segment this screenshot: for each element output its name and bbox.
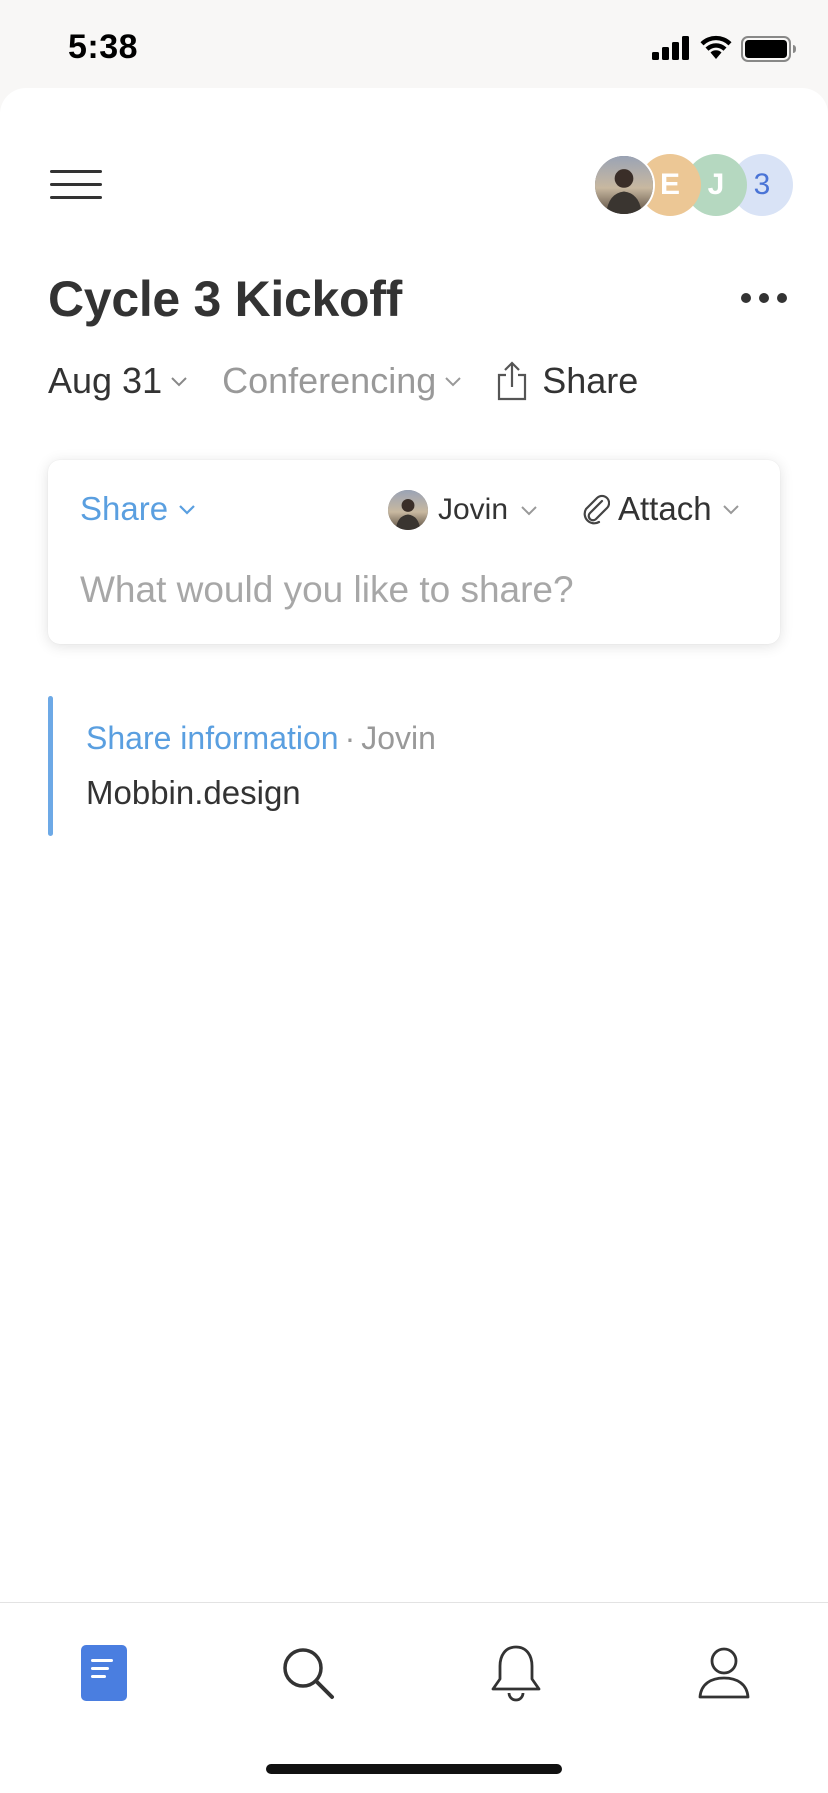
category-label: Conferencing: [222, 360, 437, 401]
share-label: Share: [542, 360, 639, 401]
post-accent-bar: [48, 696, 53, 836]
category-selector[interactable]: Conferencing: [222, 360, 462, 402]
tab-notifications[interactable]: [476, 1633, 556, 1713]
tab-profile[interactable]: [684, 1633, 764, 1713]
battery-icon: [741, 36, 796, 62]
list-item[interactable]: Share information · Jovin Mobbin.design: [48, 696, 748, 836]
author-label: Jovin: [438, 493, 509, 526]
profile-icon: [698, 1647, 750, 1699]
home-indicator: [266, 1764, 562, 1774]
document-icon: [81, 1645, 127, 1701]
post-separator: ·: [344, 720, 356, 756]
status-bar: 5:38: [0, 0, 828, 90]
post-author: Jovin: [361, 720, 436, 756]
tab-search[interactable]: [268, 1633, 348, 1713]
date-selector[interactable]: Aug 31: [48, 360, 188, 402]
user-photo-icon: [595, 156, 653, 214]
menu-button[interactable]: [50, 168, 104, 202]
chevron-down-icon: [179, 505, 195, 515]
post-type[interactable]: Share information: [86, 720, 339, 756]
meta-row: Aug 31 Conferencing Share: [48, 356, 638, 406]
avatar-initial: J: [707, 168, 725, 201]
avatar: [593, 154, 655, 216]
attach-button[interactable]: Attach: [582, 490, 740, 528]
share-input[interactable]: [80, 564, 740, 616]
bell-icon: [491, 1645, 541, 1702]
search-icon: [283, 1648, 334, 1699]
wifi-icon: [700, 35, 732, 59]
compose-card: Share Jovin Attach: [48, 460, 780, 644]
post-header: Share information · Jovin: [86, 720, 436, 757]
status-time: 5:38: [68, 28, 139, 66]
paperclip-icon: [583, 494, 610, 525]
chevron-down-icon: [171, 377, 187, 387]
user-photo-icon: [388, 490, 428, 530]
more-options-button[interactable]: [738, 286, 790, 312]
share-button[interactable]: Share: [496, 360, 638, 402]
signal-icon: [652, 36, 689, 60]
author-selector[interactable]: Jovin: [388, 490, 538, 530]
chevron-down-icon: [445, 377, 461, 387]
participants-avatars[interactable]: E J 3: [593, 154, 798, 218]
avatar-initial: E: [659, 168, 680, 201]
chevron-down-icon: [722, 505, 739, 515]
page-title: Cycle 3 Kickoff: [48, 271, 402, 327]
post-body: Mobbin.design: [86, 774, 301, 811]
chevron-down-icon: [521, 506, 537, 516]
post-type-label: Share: [80, 490, 169, 527]
share-icon: [498, 361, 527, 401]
avatar: [388, 490, 428, 530]
tab-documents[interactable]: [64, 1633, 144, 1713]
attach-label: Attach: [618, 490, 712, 527]
document-sheet: [0, 88, 828, 1792]
participant-count: 3: [753, 168, 771, 201]
date-label: Aug 31: [48, 360, 163, 401]
post-type-selector[interactable]: Share: [80, 490, 196, 528]
